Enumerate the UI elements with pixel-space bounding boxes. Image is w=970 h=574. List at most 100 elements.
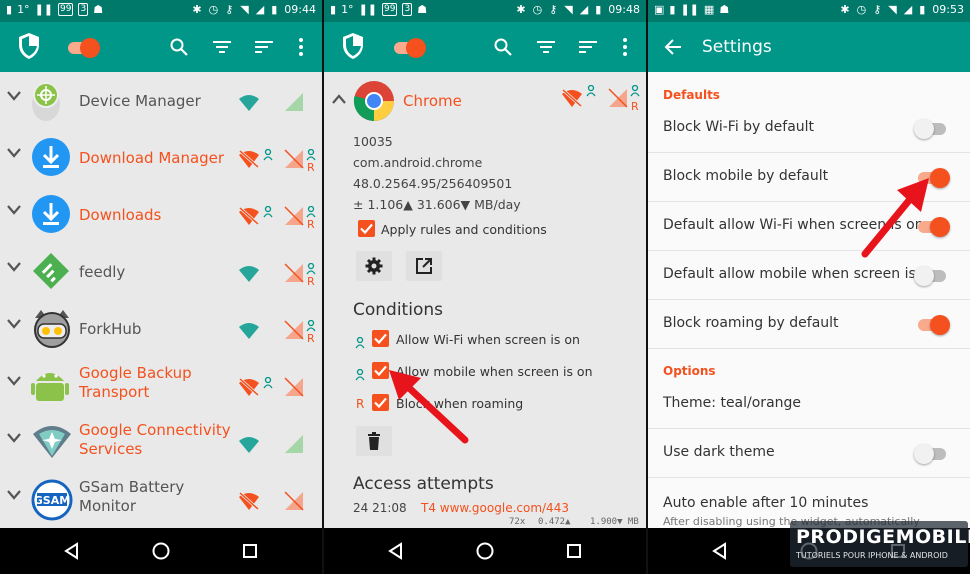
filter-icon[interactable] [212, 39, 232, 55]
app-name-line: Google Connectivity [79, 421, 231, 439]
pause-icon: ❚❚ [680, 3, 699, 16]
settings-button[interactable] [356, 251, 392, 281]
roaming-badge: R [307, 332, 315, 345]
enable-switch[interactable] [394, 38, 426, 58]
wifi-blocked-icon[interactable] [238, 491, 260, 515]
app-traffic: ± 1.106▲ 31.606▼ MB/day [353, 197, 521, 212]
status-temp: 1° [341, 3, 354, 16]
dark-theme-switch[interactable] [914, 444, 946, 464]
mobile-blocked-icon[interactable] [284, 491, 304, 515]
default-setting[interactable]: Block mobile by default [648, 153, 970, 202]
screenshot-root: ▮ 1° ❚❚ 99 3 ☗ ✱ ◷ ⚷ ◥ ◢ ▮ 09:44 Device … [0, 0, 970, 574]
mobile-blocked-icon[interactable] [284, 206, 304, 230]
app-list-item[interactable]: Device Manager [0, 72, 322, 129]
clock: 09:48 [608, 3, 640, 16]
home-icon[interactable] [475, 541, 495, 561]
delete-button[interactable] [356, 426, 392, 456]
recents-icon[interactable] [566, 543, 582, 559]
setting-switch[interactable] [914, 119, 946, 139]
dark-theme-label: Use dark theme [663, 444, 775, 460]
search-icon[interactable] [493, 37, 513, 57]
dark-theme-setting[interactable]: Use dark theme [648, 429, 970, 478]
app-list-item[interactable]: ForkHub R [0, 300, 322, 357]
chevron-down-icon[interactable] [7, 490, 21, 500]
wifi-allowed-icon[interactable] [238, 265, 260, 287]
theme-setting[interactable]: Theme: teal/orange [648, 380, 970, 429]
wifi-allowed-icon[interactable] [238, 436, 260, 458]
access-destination[interactable]: T4 www.google.com/443 [421, 501, 569, 515]
app-list-item[interactable]: Download Manager R [0, 129, 322, 186]
chevron-up-icon[interactable] [332, 94, 346, 104]
filter-icon[interactable] [536, 39, 556, 55]
back-arrow-icon[interactable] [664, 38, 682, 56]
condition-checkbox[interactable] [372, 330, 389, 347]
setting-label: Block roaming by default [663, 315, 839, 331]
mobile-blocked-icon[interactable] [284, 263, 304, 287]
user-icon [263, 203, 273, 222]
shield-icon[interactable] [17, 32, 41, 60]
app-list-item[interactable]: Google Connectivity Services [0, 414, 322, 471]
condition-checkbox[interactable] [372, 394, 389, 411]
condition-item[interactable]: R Block when roaming [324, 394, 646, 418]
app-list-item[interactable]: GSAM GSam Battery Monitor [0, 471, 322, 528]
chevron-down-icon[interactable] [7, 319, 21, 329]
app-list-item[interactable]: Google Backup Transport [0, 357, 322, 414]
app-list-item[interactable]: Downloads R [0, 186, 322, 243]
app-list-item[interactable]: feedly R [0, 243, 322, 300]
chevron-down-icon[interactable] [7, 91, 21, 101]
shield-icon[interactable] [341, 32, 365, 60]
setting-label: Default allow mobile when screen is.. [663, 266, 925, 282]
default-setting[interactable]: Block roaming by default [648, 300, 970, 349]
chevron-down-icon[interactable] [7, 148, 21, 158]
access-count: 72x [509, 517, 526, 527]
mobile-allowed-icon[interactable] [284, 92, 304, 116]
chevron-down-icon[interactable] [7, 376, 21, 386]
mobile-allowed-icon[interactable] [284, 434, 304, 458]
apply-rules-checkbox[interactable] [358, 220, 375, 237]
mobile-blocked-icon[interactable] [284, 320, 304, 344]
mobile-blocked-icon[interactable] [608, 88, 628, 108]
wifi-blocked-icon[interactable] [238, 206, 260, 230]
recents-icon[interactable] [242, 543, 258, 559]
key-icon: ⚷ [873, 3, 882, 16]
setting-label: Block Wi-Fi by default [663, 119, 815, 135]
app-list-screen: ▮ 1° ❚❚ 99 3 ☗ ✱ ◷ ⚷ ◥ ◢ ▮ 09:44 Device … [0, 0, 322, 574]
enable-switch[interactable] [68, 38, 100, 58]
condition-checkbox[interactable] [372, 362, 389, 379]
back-icon[interactable] [387, 542, 403, 560]
mobile-blocked-icon[interactable] [284, 377, 304, 401]
back-icon[interactable] [711, 542, 727, 560]
chevron-down-icon[interactable] [7, 262, 21, 272]
setting-switch[interactable] [918, 168, 950, 188]
chevron-down-icon[interactable] [7, 205, 21, 215]
access-time: 24 21:08 [353, 501, 407, 515]
chevron-down-icon[interactable] [7, 433, 21, 443]
home-icon[interactable] [151, 541, 171, 561]
wifi-blocked-icon[interactable] [238, 149, 260, 173]
wifi-allowed-icon[interactable] [238, 322, 260, 344]
condition-item[interactable]: Allow Wi-Fi when screen is on [324, 330, 646, 354]
wifi-allowed-icon[interactable] [238, 94, 260, 116]
sort-icon[interactable] [254, 39, 274, 55]
open-external-button[interactable] [406, 251, 442, 281]
more-vert-icon[interactable] [622, 37, 628, 57]
setting-switch[interactable] [918, 217, 950, 237]
default-setting[interactable]: Block Wi-Fi by default [648, 104, 970, 153]
wifi-blocked-icon[interactable] [238, 377, 260, 401]
back-icon[interactable] [63, 542, 79, 560]
setting-switch[interactable] [914, 266, 946, 286]
wifi-blocked-icon[interactable] [561, 88, 583, 108]
mobile-signal-icon: ◢ [903, 3, 913, 16]
notif-icon: ▦ [703, 3, 715, 16]
sort-icon[interactable] [578, 39, 598, 55]
setting-switch[interactable] [918, 315, 950, 335]
mobile-blocked-icon[interactable] [284, 149, 304, 173]
default-setting[interactable]: Default allow mobile when screen is.. [648, 251, 970, 300]
auto-enable-setting[interactable]: Auto enable after 10 minutes After disabl… [648, 478, 970, 528]
default-setting[interactable]: Default allow Wi-Fi when screen is on [648, 202, 970, 251]
search-icon[interactable] [169, 37, 189, 57]
condition-item[interactable]: Allow mobile when screen is on [324, 362, 646, 386]
google-connectivity-icon [31, 422, 73, 466]
more-vert-icon[interactable] [298, 37, 304, 57]
bluetooth-icon: ✱ [840, 3, 850, 16]
